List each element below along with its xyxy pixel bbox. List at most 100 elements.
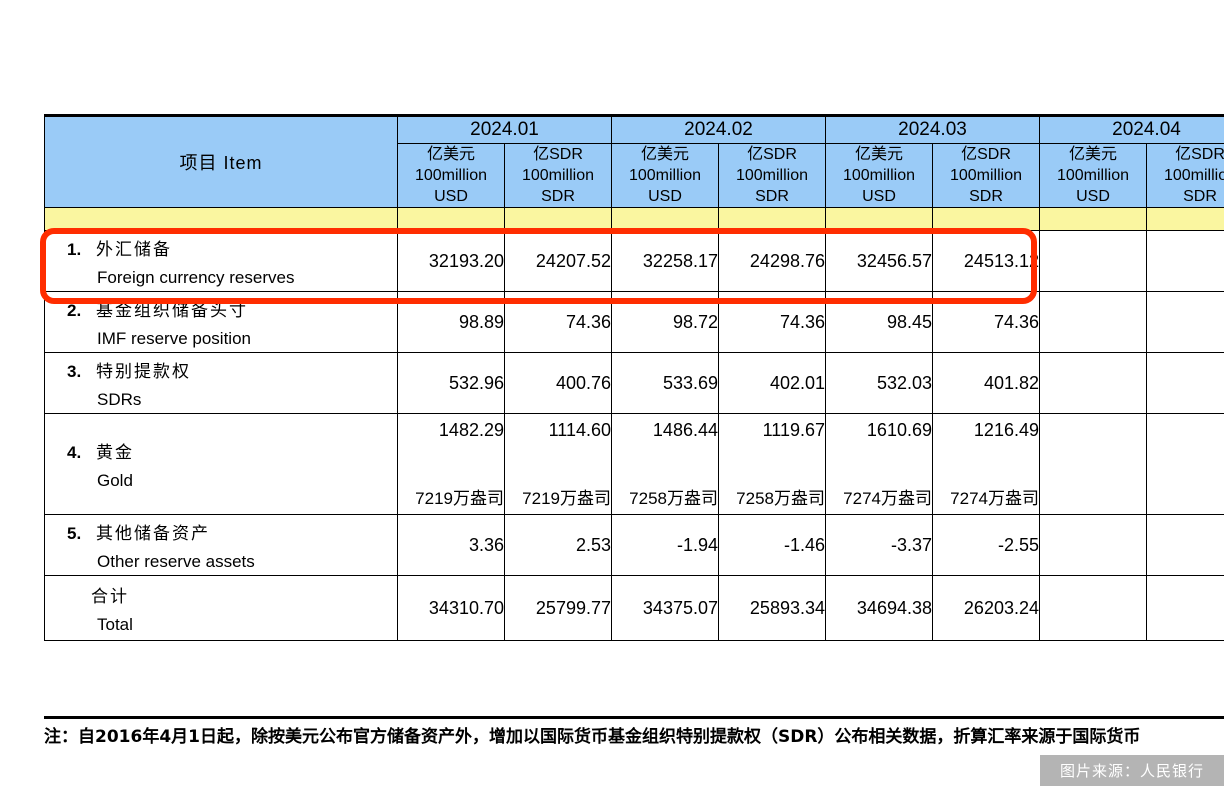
- value-main: 532.03: [876, 372, 932, 393]
- value-sub: 7219万盎司: [415, 488, 504, 508]
- row-label-en: SDRs: [97, 389, 142, 409]
- value-main: 533.69: [662, 372, 718, 393]
- value-cell: 1119.67 7258万盎司: [718, 413, 826, 515]
- value-cell: -2.55: [932, 514, 1040, 576]
- unit-line-currency: SDR: [1183, 188, 1217, 205]
- unit-line-amount: 100million: [735, 167, 809, 184]
- yellow-strip-cell: [932, 207, 1040, 231]
- yellow-strip-cell: [397, 207, 505, 231]
- unit-line-amount: 100million: [628, 167, 702, 184]
- value-main: 74.36: [565, 311, 611, 332]
- header-unit-usd-2024-01: 亿美元 100million USD: [397, 143, 505, 208]
- value-main: 1482.29: [438, 419, 504, 440]
- value-main: -1.46: [783, 534, 825, 555]
- row-label-cn: 4. 黄金: [45, 438, 397, 463]
- table-row: 1. 外汇储备 Foreign currency reserves 32193.20…: [44, 230, 1224, 292]
- row-label-cn: 1. 外汇储备: [45, 235, 397, 260]
- table-row: 5. 其他储备资产 Other reserve assets 3.36 2.53 -1.…: [44, 514, 1224, 576]
- yellow-strip-cell: [1039, 207, 1147, 231]
- table-row: 合计 Total 34310.70 25799.77 34375.07 25893.34 3…: [44, 575, 1224, 641]
- value-main: 1216.49: [973, 419, 1039, 440]
- row-label-cn-text: 其他储备资产: [96, 523, 210, 544]
- row-label-cell: 5. 其他储备资产 Other reserve assets: [44, 514, 398, 576]
- unit-line-amount: 100million: [1056, 167, 1130, 184]
- value-cell-empty: [1039, 514, 1147, 576]
- value-cell: 25799.77: [504, 575, 612, 641]
- value-cell: 34694.38: [825, 575, 933, 641]
- yellow-strip-cell: [504, 207, 612, 231]
- value-cell: 98.72: [611, 291, 719, 353]
- unit-line-cn: 亿美元: [426, 146, 475, 163]
- header-unit-usd-2024-03: 亿美元 100million USD: [825, 143, 933, 208]
- value-main: 25893.34: [749, 597, 825, 618]
- value-cell-empty: [1039, 413, 1147, 515]
- unit-line-amount: 100million: [414, 167, 488, 184]
- row-label-cn-text: 合计: [91, 586, 129, 607]
- header-period-row: 项目 Item 2024.01 2024.02 2024.03 2024.04: [44, 116, 1224, 208]
- value-cell: 1482.29 7219万盎司: [397, 413, 505, 515]
- header-period-2024-04: 2024.04: [1039, 116, 1224, 144]
- value-cell: 532.03: [825, 352, 933, 414]
- value-main: 402.01: [769, 372, 825, 393]
- value-main: 3.36: [468, 534, 504, 555]
- value-cell: 3.36: [397, 514, 505, 576]
- value-main: 400.76: [555, 372, 611, 393]
- value-cell: 98.89: [397, 291, 505, 353]
- row-index: 3.: [67, 361, 82, 381]
- value-main: 98.45: [886, 311, 932, 332]
- value-main: 32456.57: [856, 250, 932, 271]
- unit-line-cn: 亿美元: [1068, 146, 1117, 163]
- value-cell-empty: [1039, 352, 1147, 414]
- value-main: 1114.60: [548, 419, 611, 440]
- value-main: 98.89: [458, 311, 504, 332]
- row-label-cell: 4. 黄金 Gold: [44, 413, 398, 515]
- unit-line-currency: USD: [648, 188, 682, 205]
- row-label-cell: 2. 基金组织储备头寸 IMF reserve position: [44, 291, 398, 353]
- reserve-assets-table: 项目 Item 2024.01 2024.02 2024.03 2024.04 …: [44, 116, 1224, 641]
- value-cell-empty: [1146, 291, 1224, 353]
- value-sub: 7258万盎司: [736, 488, 825, 508]
- value-cell: 1114.60 7219万盎司: [504, 413, 612, 515]
- row-label-en: Other reserve assets: [97, 551, 255, 571]
- value-cell: 402.01: [718, 352, 826, 414]
- value-cell: 1486.44 7258万盎司: [611, 413, 719, 515]
- value-cell: 532.96: [397, 352, 505, 414]
- header-period-2024-02: 2024.02: [611, 116, 826, 144]
- value-sub: 7274万盎司: [843, 488, 932, 508]
- row-label-en: Foreign currency reserves: [97, 267, 295, 287]
- value-cell: 74.36: [932, 291, 1040, 353]
- unit-line-cn: 亿SDR: [747, 146, 797, 163]
- unit-line-currency: USD: [434, 188, 468, 205]
- value-cell: 533.69: [611, 352, 719, 414]
- unit-line-currency: SDR: [969, 188, 1003, 205]
- value-cell: 34375.07: [611, 575, 719, 641]
- table-row: 3. 特别提款权 SDRs 532.96 400.76 533.69 402.01 532.…: [44, 352, 1224, 414]
- value-cell: 98.45: [825, 291, 933, 353]
- value-main: 74.36: [993, 311, 1039, 332]
- unit-line-currency: SDR: [541, 188, 575, 205]
- table-row: 4. 黄金 Gold 1482.29 7219万盎司 1114.60 7219万盎司 148…: [44, 413, 1224, 515]
- unit-line-cn: 亿SDR: [1175, 146, 1224, 163]
- header-unit-usd-2024-04: 亿美元 100million USD: [1039, 143, 1147, 208]
- row-label-cn: 合计: [45, 582, 397, 607]
- row-label-en: IMF reserve position: [97, 328, 251, 348]
- unit-line-amount: 100million: [949, 167, 1023, 184]
- value-cell: 25893.34: [718, 575, 826, 641]
- header-period-2024-03: 2024.03: [825, 116, 1040, 144]
- value-cell: 2.53: [504, 514, 612, 576]
- value-sub: 7258万盎司: [629, 488, 718, 508]
- value-sub: 7274万盎司: [950, 488, 1039, 508]
- value-cell: 26203.24: [932, 575, 1040, 641]
- unit-line-cn: 亿美元: [640, 146, 689, 163]
- value-main: 1119.67: [762, 419, 825, 440]
- yellow-strip-item: [44, 207, 398, 231]
- value-cell: -1.94: [611, 514, 719, 576]
- unit-line-amount: 100million: [842, 167, 916, 184]
- header-yellow-strip-row: [44, 207, 1224, 231]
- value-main: 74.36: [779, 311, 825, 332]
- row-label-cn-text: 黄金: [96, 442, 134, 463]
- value-main: -1.94: [676, 534, 718, 555]
- header-unit-usd-2024-02: 亿美元 100million USD: [611, 143, 719, 208]
- value-main: 2.53: [575, 534, 611, 555]
- unit-line-cn: 亿SDR: [533, 146, 583, 163]
